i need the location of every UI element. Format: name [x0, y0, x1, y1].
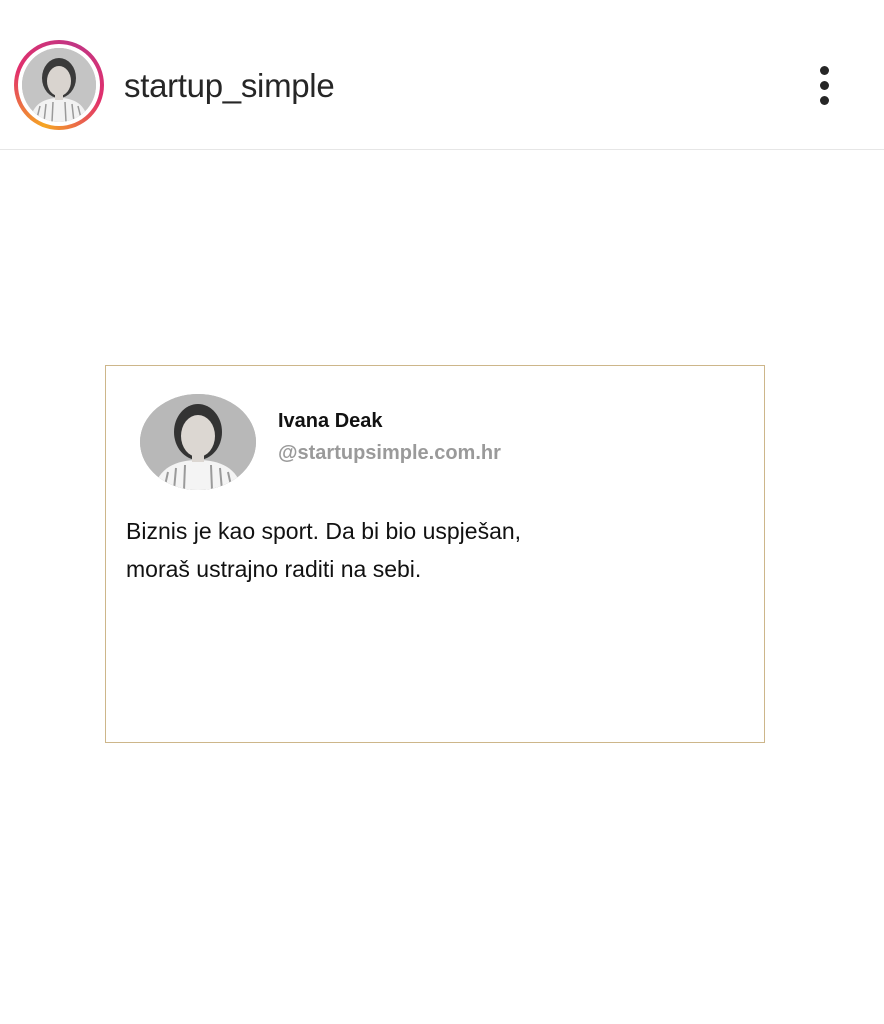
person-photo-icon	[22, 48, 96, 122]
more-vertical-icon	[820, 66, 829, 75]
more-options-button[interactable]	[805, 62, 845, 108]
quote-line: moraš ustrajno raditi na sebi.	[126, 556, 422, 582]
author-name: Ivana Deak	[278, 410, 383, 432]
avatar-photo	[22, 48, 96, 122]
quote-line: Biznis je kao sport. Da bi bio uspješan,	[126, 518, 522, 544]
post-header: startup_simple	[0, 0, 884, 150]
post-image[interactable]: Ivana Deak @startupsimple.com.hr Biznis …	[0, 150, 884, 1024]
author-handle: @startupsimple.com.hr	[278, 442, 501, 464]
account-username[interactable]: startup_simple	[124, 66, 335, 106]
quote-card: Ivana Deak @startupsimple.com.hr Biznis …	[105, 365, 765, 743]
more-vertical-icon-dot	[820, 81, 829, 90]
profile-avatar[interactable]	[14, 40, 104, 130]
quote-text: Biznis je kao sport. Da bi bio uspješan,…	[126, 512, 726, 588]
more-vertical-icon-dot	[820, 96, 829, 105]
author-photo	[140, 394, 256, 490]
author-photo-icon	[140, 394, 256, 490]
